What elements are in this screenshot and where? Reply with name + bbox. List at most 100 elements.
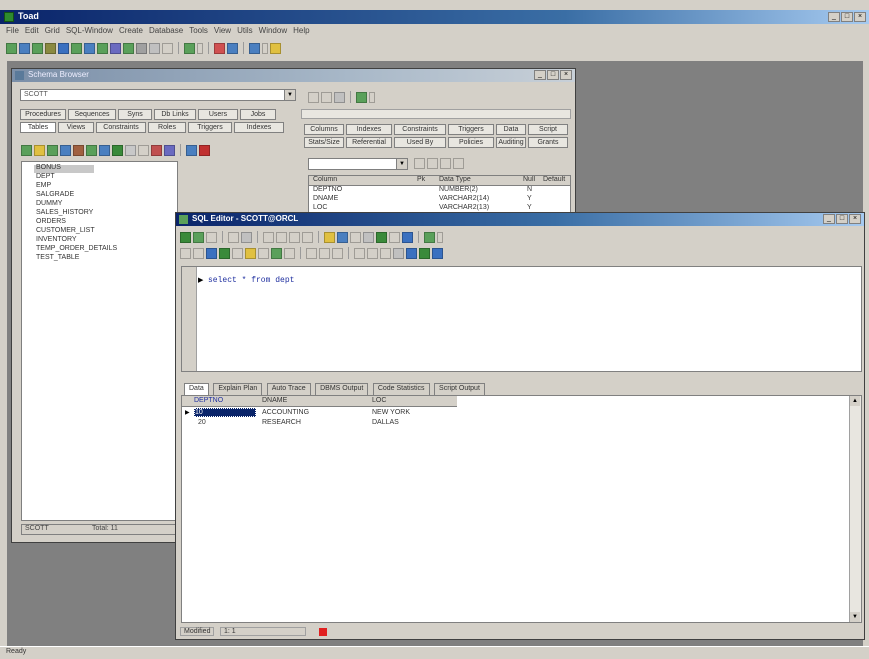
truncate-icon[interactable] [125, 144, 136, 156]
user-icon[interactable] [402, 231, 413, 243]
minimize-icon[interactable]: _ [534, 70, 546, 80]
explain-icon[interactable] [206, 231, 217, 243]
tab-policies[interactable]: Policies [448, 137, 494, 148]
chart-icon[interactable] [376, 231, 387, 243]
delete-icon[interactable] [199, 144, 210, 156]
refresh-icon[interactable] [321, 91, 332, 103]
dropdown-icon[interactable] [369, 91, 375, 103]
execute-icon[interactable] [180, 231, 191, 243]
grant-icon[interactable] [151, 144, 162, 156]
tab-roles[interactable]: Roles [148, 122, 186, 133]
dropdown-icon[interactable] [437, 231, 443, 243]
tab-data[interactable]: Data [496, 124, 526, 135]
redo-icon[interactable] [319, 247, 330, 259]
minimize-icon[interactable]: _ [823, 214, 835, 224]
sort-icon[interactable] [414, 158, 425, 169]
tab-procedures[interactable]: Procedures [20, 109, 66, 120]
export-icon[interactable] [453, 158, 464, 169]
grid-cell[interactable]: DALLAS [372, 419, 452, 426]
rollback-icon[interactable] [227, 42, 238, 54]
object-search-icon[interactable] [84, 42, 95, 54]
table-row[interactable]: DEPTNO NUMBER(2) N [309, 186, 570, 195]
step-icon[interactable] [228, 231, 239, 243]
grid-header-cell[interactable]: Pk [417, 176, 437, 183]
rebuild-icon[interactable] [99, 144, 110, 156]
columns-grid[interactable]: Column Pk Data Type Null Default DEPTNO … [308, 175, 571, 215]
tab-auditing[interactable]: Auditing [496, 137, 526, 148]
highlight-icon[interactable] [245, 247, 256, 259]
tab-views[interactable]: Views [58, 122, 94, 133]
cut-icon[interactable] [206, 247, 217, 259]
bookmark-icon[interactable] [332, 247, 343, 259]
forward-icon[interactable] [276, 231, 287, 243]
grid-cell[interactable]: NEW YORK [372, 409, 452, 416]
describe-icon[interactable] [419, 247, 430, 259]
connect-icon[interactable] [356, 91, 367, 103]
menu-database[interactable]: Database [149, 26, 183, 38]
dba-icon[interactable] [123, 42, 134, 54]
new-tab-icon[interactable] [180, 247, 191, 259]
privileges-icon[interactable] [164, 144, 175, 156]
tab-constraints[interactable]: Constraints [96, 122, 146, 133]
connect-icon[interactable] [424, 231, 435, 243]
tab-used-by[interactable]: Used By [394, 137, 446, 148]
grid-header-cell[interactable]: LOC [372, 397, 452, 404]
list-item[interactable]: DUMMY [36, 200, 62, 207]
paste-icon[interactable] [232, 247, 243, 259]
print-icon[interactable] [363, 231, 374, 243]
list-item[interactable]: DEPT [36, 173, 55, 180]
sql-editor-area[interactable]: ▶ select * from dept [181, 266, 862, 372]
main-title-bar[interactable]: Toad _ □ × [0, 10, 869, 24]
analyze-icon[interactable] [86, 144, 97, 156]
menu-file[interactable]: File [6, 26, 19, 38]
explain-plan-icon[interactable] [97, 42, 108, 54]
procedure-editor-icon[interactable] [19, 42, 30, 54]
detail-filter-select[interactable]: ▼ [308, 158, 408, 170]
object-list[interactable]: BONUS DEPT EMP SALGRADE DUMMY SALES_HIST… [21, 161, 178, 521]
list-item[interactable]: EMP [36, 182, 51, 189]
list-item[interactable]: TEST_TABLE [36, 254, 79, 261]
close-icon[interactable]: × [560, 70, 572, 80]
tab-stats-size[interactable]: Stats/Size [304, 137, 344, 148]
table-row[interactable]: ▶ 10 ACCOUNTING NEW YORK [182, 408, 457, 418]
grid-cell[interactable]: 20 [198, 419, 256, 426]
tab-indexes-detail[interactable]: Indexes [346, 124, 392, 135]
tab-dbms-output[interactable]: DBMS Output [315, 383, 369, 395]
refresh-icon[interactable] [34, 144, 45, 156]
results-grid[interactable]: DEPTNO DNAME LOC ▶ 10 ACCOUNTING NEW YOR… [181, 395, 862, 623]
grid-icon[interactable] [308, 91, 319, 103]
table-row[interactable]: DNAME VARCHAR2(14) Y [309, 195, 570, 204]
tab-code-statistics[interactable]: Code Statistics [372, 383, 430, 395]
grid-header-cell[interactable]: Default [543, 176, 571, 183]
sql-editor-icon[interactable] [6, 42, 17, 54]
monitor-icon[interactable] [389, 231, 400, 243]
list-item[interactable]: CUSTOMER_LIST [36, 227, 95, 234]
window-list-icon[interactable] [249, 42, 260, 54]
sql-modeler-icon[interactable] [45, 42, 56, 54]
close-icon[interactable]: × [849, 214, 861, 224]
grid-cell[interactable]: ACCOUNTING [262, 409, 362, 416]
close-icon[interactable]: × [854, 12, 866, 22]
undo-icon[interactable] [306, 247, 317, 259]
grid-cell[interactable]: RESEARCH [262, 419, 362, 426]
tab-tables[interactable]: Tables [20, 122, 56, 133]
menu-edit[interactable]: Edit [25, 26, 39, 38]
list-item[interactable]: ORDERS [36, 218, 66, 225]
browser-title-bar[interactable]: Schema Browser _ □ × [12, 69, 575, 82]
open-file-icon[interactable] [324, 231, 335, 243]
grid-header-cell[interactable]: DEPTNO [194, 397, 256, 404]
save-icon[interactable] [302, 231, 313, 243]
menu-tools[interactable]: Tools [189, 26, 208, 38]
execute-script-icon[interactable] [193, 231, 204, 243]
tab-indexes[interactable]: Indexes [234, 122, 284, 133]
menu-grid[interactable]: Grid [45, 26, 60, 38]
scroll-up-icon[interactable]: ▲ [850, 396, 860, 406]
list-item[interactable]: TEMP_ORDER_DETAILS [36, 245, 117, 252]
schema-icon[interactable] [432, 247, 443, 259]
drop-icon[interactable] [73, 144, 84, 156]
editor-splitter[interactable] [181, 374, 862, 378]
menu-utils[interactable]: Utils [237, 26, 253, 38]
menu-view[interactable]: View [214, 26, 231, 38]
compile-icon[interactable] [138, 144, 149, 156]
commit-icon[interactable] [214, 42, 225, 54]
